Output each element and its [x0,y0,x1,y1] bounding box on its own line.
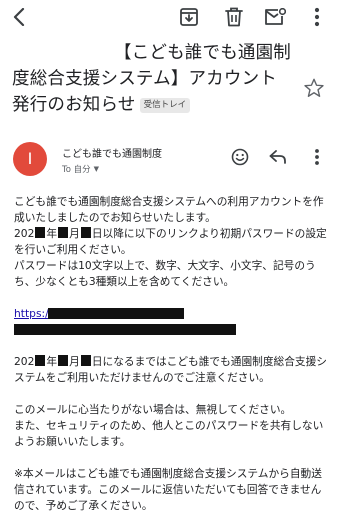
body-paragraph: ※本メールはこども誰でも通園制度総合支援システムから自動送信されています。このメ… [14,467,322,512]
more-vert-icon[interactable] [305,146,329,168]
redaction-block [14,324,236,335]
email-subject: 【こども誰でも通園制度総合支援システム】アカウント発行のお知らせ 受信トレイ [12,40,294,118]
body-paragraph: 202 年月日以降に以下のリンクより初期パスワードの設定を行いご利用ください。 [14,227,327,256]
recipient-details[interactable]: To 自分 ▼ [62,163,99,175]
body-paragraph: また、セキュリティのため、他人とこのパスワードを共有しないようお願いいたします。 [14,419,324,448]
redaction-block [35,227,46,238]
star-icon[interactable] [303,77,325,99]
body-paragraph: 202 年月日になるまではこども誰でも通園制度総合支援システムをご利用いただけませ… [14,355,327,384]
emoji-reaction-icon[interactable] [228,146,252,168]
inbox-label-chip[interactable]: 受信トレイ [139,98,191,113]
body-paragraph: パスワードは10文字以上で、数字、大文字、小文字、記号のうち、少なくとも3種類以… [14,259,316,288]
password-setup-link[interactable]: https:// [14,306,332,322]
sender-name[interactable]: こども誰でも通園制度 [62,145,162,160]
email-body: こども誰でも通園制度総合支援システムへの利用アカウントを作成いたしましたのでお知… [14,194,332,514]
body-paragraph: このメールに心当たりがない場合は、無視してください。 [14,403,292,416]
body-paragraph: こども誰でも通園制度総合支援システムへの利用アカウントを作成いたしましたのでお知… [14,195,324,224]
more-vert-icon[interactable] [304,4,330,30]
arrow-back-icon[interactable] [6,4,32,30]
avatar: I [13,142,47,176]
redaction-block [48,308,184,319]
redaction-block [80,355,91,366]
chevron-down-icon: ▼ [93,165,100,173]
reply-icon[interactable] [266,146,290,168]
toolbar [0,0,342,36]
trash-icon[interactable] [221,4,247,30]
redaction-block [80,227,91,238]
mail-unread-icon[interactable] [262,4,288,30]
password-setup-link-continued[interactable] [14,322,332,338]
recipient-label: To 自分 [62,165,91,175]
redaction-block [35,355,46,366]
redaction-block [58,355,69,366]
redaction-block [58,227,69,238]
archive-icon[interactable] [176,4,202,30]
